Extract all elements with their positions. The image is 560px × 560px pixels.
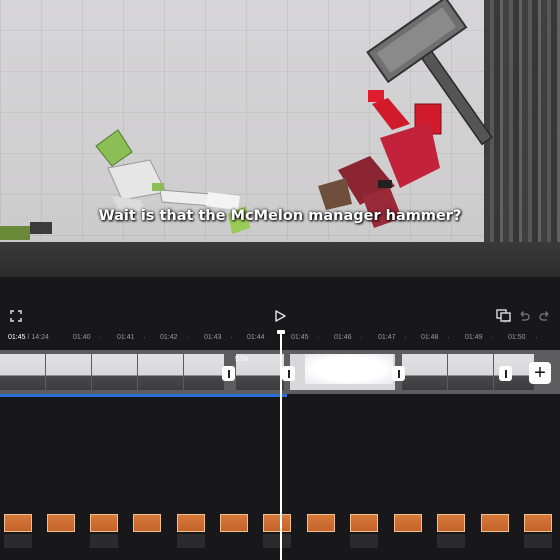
tick-label: 01:46 xyxy=(334,334,352,341)
tick-label: 01:41 xyxy=(117,334,135,341)
frame-thumb xyxy=(524,514,552,532)
tick-dot: · xyxy=(404,333,407,342)
tick-dot: · xyxy=(447,333,450,342)
frame-thumb xyxy=(4,514,32,532)
fullscreen-button[interactable] xyxy=(4,302,28,330)
frame-thumb xyxy=(177,514,205,532)
clip-thumbnail xyxy=(0,354,45,390)
tick-label: 01:48 xyxy=(421,334,439,341)
tick-label: 01:49 xyxy=(465,334,483,341)
clip-thumbnail xyxy=(138,354,183,390)
frame-shadow xyxy=(90,534,118,548)
total-time: 14:24 xyxy=(31,334,49,341)
tick-dot: · xyxy=(99,333,102,342)
frame-shadow xyxy=(437,534,465,548)
svg-text:OFF: OFF xyxy=(503,319,512,324)
playhead[interactable] xyxy=(280,332,282,560)
frame-thumb xyxy=(90,514,118,532)
tick-dot: · xyxy=(317,333,320,342)
tick-label: 01:40 xyxy=(73,334,91,341)
undo-icon xyxy=(520,311,530,321)
scene-illustration xyxy=(0,0,493,240)
frame-thumb xyxy=(481,514,509,532)
video-preview[interactable]: Wait is that the McMelon manager hammer? xyxy=(0,0,560,277)
playback-toolbar: OFF xyxy=(0,302,560,330)
frame-thumb xyxy=(47,514,75,532)
clip-thumbnail xyxy=(448,354,493,390)
play-icon xyxy=(275,310,286,322)
frame-thumb xyxy=(307,514,335,532)
add-clip-button[interactable]: + xyxy=(529,362,551,384)
tick-dot: · xyxy=(230,333,233,342)
time-separator: / xyxy=(27,334,30,341)
frame-shadow xyxy=(350,534,378,548)
clip-thumbnail xyxy=(46,354,91,390)
redo-icon xyxy=(539,311,549,321)
frame-thumb xyxy=(133,514,161,532)
audio-waveform-line xyxy=(0,394,287,397)
current-time: 01:45 xyxy=(8,334,26,341)
tick-label: 01:42 xyxy=(160,334,178,341)
clip-transition-handle[interactable] xyxy=(499,366,512,381)
time-readout: 01:45 / 14:24 xyxy=(8,334,49,341)
subtitle-caption: Wait is that the McMelon manager hammer? xyxy=(98,208,462,224)
tick-label: 01:45 xyxy=(291,334,309,341)
frame-shadow xyxy=(263,534,291,548)
tick-label: 01:47 xyxy=(378,334,396,341)
tick-dot: · xyxy=(535,333,538,342)
play-button[interactable] xyxy=(268,302,292,330)
tick-label: 01:43 xyxy=(204,334,222,341)
clip-transition-handle[interactable] xyxy=(282,366,295,381)
white-flash-clip xyxy=(305,354,393,384)
clip-thumbnail xyxy=(184,354,224,390)
frame-thumb xyxy=(394,514,422,532)
clip-thumbnail xyxy=(402,354,447,390)
clip-thumbnail xyxy=(92,354,137,390)
frame-thumb xyxy=(437,514,465,532)
fullscreen-icon xyxy=(10,310,22,322)
tick-dot: · xyxy=(143,333,146,342)
clip-transition-handle[interactable] xyxy=(222,366,235,381)
compare-off-icon: OFF xyxy=(496,309,512,323)
left-figure xyxy=(0,222,52,240)
speed-label: 5.0x xyxy=(235,356,249,363)
tick-label: 01:50 xyxy=(508,334,526,341)
tick-dot: · xyxy=(491,333,494,342)
clip-transition-handle[interactable] xyxy=(392,366,405,381)
frame-thumb xyxy=(220,514,248,532)
frame-thumb xyxy=(263,514,291,532)
frame-shadow xyxy=(4,534,32,548)
tick-dot: · xyxy=(186,333,189,342)
frame-shadow xyxy=(524,534,552,548)
frame-shadow xyxy=(177,534,205,548)
redo-button[interactable] xyxy=(533,302,557,330)
tick-dot: · xyxy=(360,333,363,342)
frame-thumb xyxy=(350,514,378,532)
tick-label: 01:44 xyxy=(247,334,265,341)
